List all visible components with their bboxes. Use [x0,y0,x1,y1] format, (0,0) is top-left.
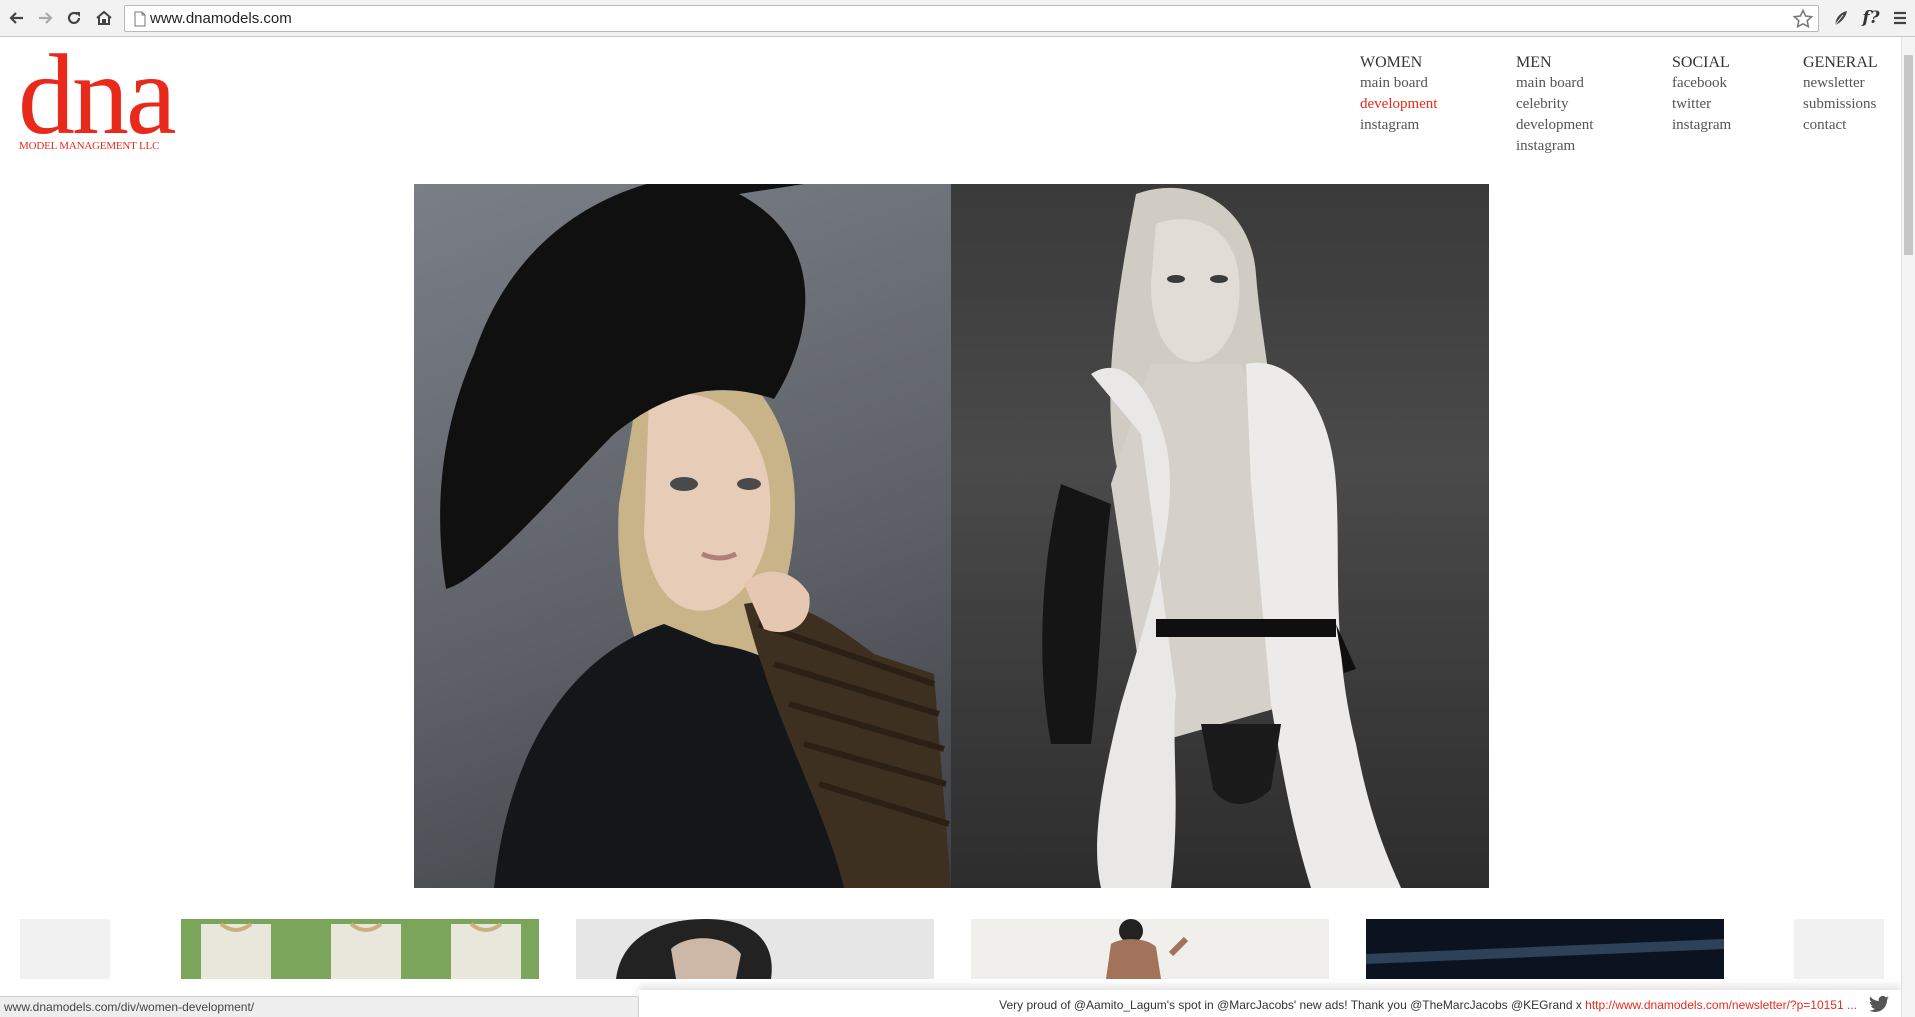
nav-social-instagram[interactable]: instagram [1672,115,1731,136]
tweet-body: Very proud of @Aamito_Lagum's spot in @M… [999,998,1586,1012]
model-in-hat-photo [440,184,951,888]
back-button[interactable] [5,6,29,30]
thumbnail-4[interactable] [1366,919,1724,979]
thumbnail-3-image [971,919,1329,979]
browser-toolbar: www.dnamodels.com f? [0,0,1915,37]
home-button[interactable] [92,6,116,30]
status-url: www.dnamodels.com/div/women-development/ [4,1000,255,1014]
nav-general-contact[interactable]: contact [1803,115,1878,136]
nav-men: MEN main board celebrity development ins… [1516,52,1593,157]
star-icon[interactable] [1792,8,1814,30]
model-in-fur-photo [1042,187,1401,888]
twitter-bird-icon[interactable] [1869,996,1889,1012]
nav-women: WOMEN main board development instagram [1360,52,1437,136]
thumbnail-2[interactable] [576,919,934,979]
logo-subtitle: MODEL MANAGEMENT LLC [19,140,160,152]
nav-social: SOCIAL facebook twitter instagram [1672,52,1731,136]
feather-extension-button[interactable] [1829,6,1853,30]
chrome-menu-button[interactable] [1889,6,1911,30]
forward-button[interactable] [33,6,57,30]
nav-women-development[interactable]: development [1360,94,1437,115]
nav-men-main-board[interactable]: main board [1516,73,1593,94]
nav-men-instagram[interactable]: instagram [1516,136,1593,157]
hero-image[interactable] [414,184,1489,888]
font-extension-button[interactable]: f? [1858,6,1884,30]
thumbnail-prev-edge[interactable] [20,919,110,979]
page-icon [134,11,146,27]
twitter-ticker: Very proud of @Aamito_Lagum's spot in @M… [639,990,1901,1017]
forward-icon [39,12,53,24]
tweet-text: Very proud of @Aamito_Lagum's spot in @M… [999,998,1857,1012]
nav-women-instagram[interactable]: instagram [1360,115,1437,136]
url-text[interactable]: www.dnamodels.com [150,10,292,27]
nav-social-twitter[interactable]: twitter [1672,94,1731,115]
nav-women-main-board[interactable]: main board [1360,73,1437,94]
thumbnail-1-image [181,919,539,979]
dna-logo[interactable]: dna MODEL MANAGEMENT LLC [18,38,188,160]
nav-women-heading[interactable]: WOMEN [1360,52,1437,73]
tweet-link[interactable]: http://www.dnamodels.com/newsletter/?p=1… [1585,998,1857,1012]
hero-photo-right [951,184,1489,888]
nav-men-celebrity[interactable]: celebrity [1516,94,1593,115]
nav-social-heading: SOCIAL [1672,54,1730,71]
nav-general: GENERAL newsletter submissions contact [1803,52,1878,136]
thumbnail-4-image [1366,919,1724,979]
back-icon [9,12,23,24]
reload-icon [67,11,81,25]
address-bar[interactable]: www.dnamodels.com [124,5,1819,32]
thumbnail-3[interactable] [971,919,1329,979]
feather-icon [1834,11,1847,26]
nav-social-facebook[interactable]: facebook [1672,73,1731,94]
hero-photo-left [414,184,951,888]
nav-general-newsletter[interactable]: newsletter [1803,73,1878,94]
menu-icon [1894,11,1906,25]
thumbnail-1[interactable] [181,919,539,979]
home-icon [96,10,112,25]
thumbnail-2-image [576,919,934,979]
browser-status-bar: www.dnamodels.com/div/women-development/ [0,996,639,1017]
page-scrollbar[interactable] [1901,37,1915,1017]
nav-men-heading[interactable]: MEN [1516,52,1593,73]
nav-general-submissions[interactable]: submissions [1803,94,1878,115]
logo-wordmark: dna [18,31,177,158]
scrollbar-thumb[interactable] [1904,55,1913,255]
nav-general-heading: GENERAL [1803,54,1878,71]
nav-men-development[interactable]: development [1516,115,1593,136]
thumbnail-next-edge[interactable] [1794,919,1884,979]
reload-button[interactable] [62,6,86,30]
